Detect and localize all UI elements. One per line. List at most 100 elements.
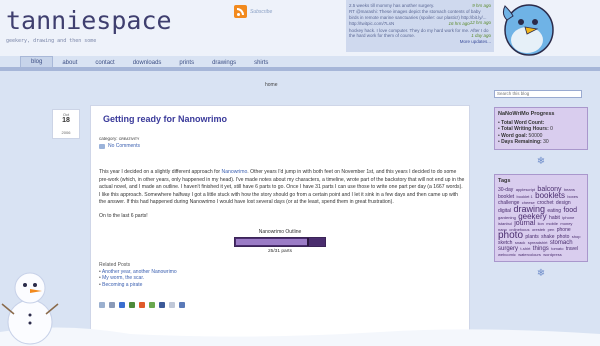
tag-link[interactable]: booklet bbox=[498, 194, 514, 200]
post-date: Oct 18 2006 bbox=[52, 109, 80, 139]
related-posts-list: Another year, another Nanowrimo My worm,… bbox=[99, 269, 461, 289]
more-updates-link[interactable]: More updates... bbox=[349, 39, 491, 44]
tag-link[interactable]: snack bbox=[515, 240, 525, 245]
tag-link[interactable]: phone bbox=[557, 227, 571, 233]
post-date-day: 18 bbox=[62, 117, 70, 124]
site-tagline: geekery, drawing and then some bbox=[6, 38, 97, 44]
tag-link[interactable]: applescript bbox=[516, 187, 535, 192]
post-category: category: CREATIVITY bbox=[99, 136, 461, 141]
post-body: This year I decided on a slightly differ… bbox=[99, 169, 465, 221]
bookmark-icon[interactable] bbox=[179, 302, 185, 309]
comments-label[interactable]: No Comments bbox=[108, 143, 140, 149]
tag-link[interactable]: travel bbox=[566, 246, 578, 252]
outline-progress: Nanowrimo Outline 25/31 parts bbox=[99, 229, 461, 254]
rss-icon[interactable] bbox=[234, 5, 247, 18]
tag-link[interactable]: eating bbox=[547, 208, 561, 214]
stat-days-remaining: • Days Remaining: 30 bbox=[498, 139, 549, 146]
facebook-icon[interactable] bbox=[159, 302, 165, 309]
tag-link[interactable]: oresteb bbox=[532, 227, 545, 232]
tag-link[interactable]: stomach bbox=[550, 240, 573, 246]
tweet: hockey hack. I love computer. They do my… bbox=[349, 28, 491, 39]
snowman-icon bbox=[1, 272, 59, 345]
tag-link[interactable]: boxes bbox=[567, 194, 578, 199]
related-post-link[interactable]: Becoming a pirate bbox=[99, 282, 461, 289]
tag-link[interactable]: booklets bbox=[535, 191, 565, 200]
tag-link[interactable]: surgery bbox=[498, 246, 518, 252]
breadcrumb[interactable]: home bbox=[265, 82, 278, 88]
share-icons bbox=[99, 302, 461, 309]
tag-link[interactable]: mobile bbox=[546, 221, 558, 226]
delicious-icon[interactable] bbox=[119, 302, 125, 309]
widget-title: Tags bbox=[498, 177, 511, 184]
search-input[interactable] bbox=[494, 89, 582, 98]
nanowrimo-progress-widget: NaNoWriMo Progress • Total Word Count: •… bbox=[494, 107, 588, 150]
blog-post: Getting ready for Nanowrimo category: CR… bbox=[90, 105, 470, 346]
tweet-text: RT @marashi: These images depict the sto… bbox=[349, 9, 487, 20]
comment-icon bbox=[99, 143, 105, 149]
tweet-time[interactable]: 12 hrs ago bbox=[470, 20, 491, 25]
bird-mascot-icon bbox=[502, 4, 554, 56]
reddit-icon[interactable] bbox=[169, 302, 175, 309]
tag-link[interactable]: digital bbox=[498, 208, 511, 214]
tag-link[interactable]: plants bbox=[525, 234, 538, 240]
digg-icon[interactable] bbox=[129, 302, 135, 309]
nav-divider bbox=[0, 67, 600, 71]
tag-link[interactable]: beans bbox=[564, 187, 575, 192]
post-paragraph: This year I decided on a slightly differ… bbox=[99, 169, 465, 191]
snow-ground bbox=[0, 327, 600, 346]
tweet-time[interactable]: 9 hrs ago bbox=[472, 3, 491, 8]
tag-link[interactable]: istanbul bbox=[498, 221, 512, 226]
tweet-text: 2.5 weeks till mommy has another surgery… bbox=[349, 3, 435, 8]
tag-link[interactable]: iphone bbox=[562, 215, 574, 220]
tweet-time[interactable]: 16 hrs ago bbox=[448, 21, 469, 26]
progress-fill bbox=[236, 238, 307, 245]
tag-link[interactable]: t-shirt bbox=[520, 246, 530, 251]
rss-label[interactable]: Subscribe bbox=[250, 9, 272, 15]
comments-link[interactable]: No Comments bbox=[99, 143, 461, 149]
tag-link[interactable]: money bbox=[560, 221, 572, 226]
tag-link[interactable]: habit bbox=[549, 215, 560, 221]
widget-title: NaNoWriMo Progress bbox=[498, 111, 555, 117]
sidebar: NaNoWriMo Progress • Total Word Count: •… bbox=[494, 82, 588, 279]
tweet-text[interactable]: http://twitpic.com/7LsN bbox=[349, 21, 394, 26]
tag-link[interactable]: shake bbox=[541, 234, 554, 240]
site-title[interactable]: tanniespace bbox=[6, 6, 172, 35]
category-value[interactable]: CREATIVITY bbox=[119, 137, 140, 141]
post-paragraph: On to the last 6 parts! bbox=[99, 212, 148, 219]
tag-link[interactable]: wordpress bbox=[543, 252, 561, 257]
tag-link[interactable]: photo bbox=[557, 234, 570, 240]
stumble-icon[interactable] bbox=[139, 302, 145, 309]
tag-link[interactable]: lion bbox=[538, 221, 544, 226]
rss-subscribe[interactable]: Subscribe bbox=[234, 5, 272, 18]
tweet: 2.5 weeks till mommy has another surgery… bbox=[349, 3, 491, 8]
technorati-icon[interactable] bbox=[149, 302, 155, 309]
tag-link[interactable]: booklet 1 bbox=[517, 194, 533, 199]
progress-title: Nanowrimo Outline bbox=[258, 228, 302, 235]
tag-link[interactable]: pen bbox=[548, 227, 555, 232]
tags-widget: Tags 30-day applescript balcony beans bo… bbox=[494, 173, 588, 262]
tag-link[interactable]: webcomic bbox=[498, 252, 516, 257]
tag-link[interactable]: tomato bbox=[551, 246, 563, 251]
tag-link[interactable]: journal bbox=[514, 220, 535, 227]
tag-link[interactable]: 30-day bbox=[498, 187, 513, 193]
post-title[interactable]: Getting ready for Nanowrimo bbox=[103, 114, 461, 124]
tag-link[interactable]: photo bbox=[498, 230, 523, 241]
tag-link[interactable]: gardening bbox=[498, 215, 516, 220]
category-label: category: bbox=[99, 136, 118, 141]
tweet-time[interactable]: 1 day ago bbox=[471, 33, 491, 38]
twitter-widget: 2.5 weeks till mommy has another surgery… bbox=[346, 0, 494, 52]
tag-link[interactable]: food bbox=[563, 207, 577, 214]
nanowrimo-link[interactable]: Nanowrimo bbox=[222, 169, 248, 175]
tag-link[interactable]: spreadshirt bbox=[528, 240, 548, 245]
header: tanniespace geekery, drawing and then so… bbox=[0, 0, 600, 56]
email-icon[interactable] bbox=[99, 302, 105, 309]
tweet: http://twitpic.com/7LsN 16 hrs ago bbox=[349, 21, 491, 26]
tag-link[interactable]: design bbox=[556, 200, 571, 206]
tweet-text: hockey hack. I love computer. They do my… bbox=[349, 27, 489, 39]
tag-link[interactable]: shop bbox=[572, 234, 581, 239]
tag-link[interactable]: sketch bbox=[498, 240, 512, 246]
tag-link[interactable]: watercolours bbox=[518, 252, 541, 257]
post-paragraph: I like this approach. Somewhere halfway … bbox=[99, 191, 459, 206]
print-icon[interactable] bbox=[109, 302, 115, 309]
tag-link[interactable]: things bbox=[533, 246, 549, 252]
